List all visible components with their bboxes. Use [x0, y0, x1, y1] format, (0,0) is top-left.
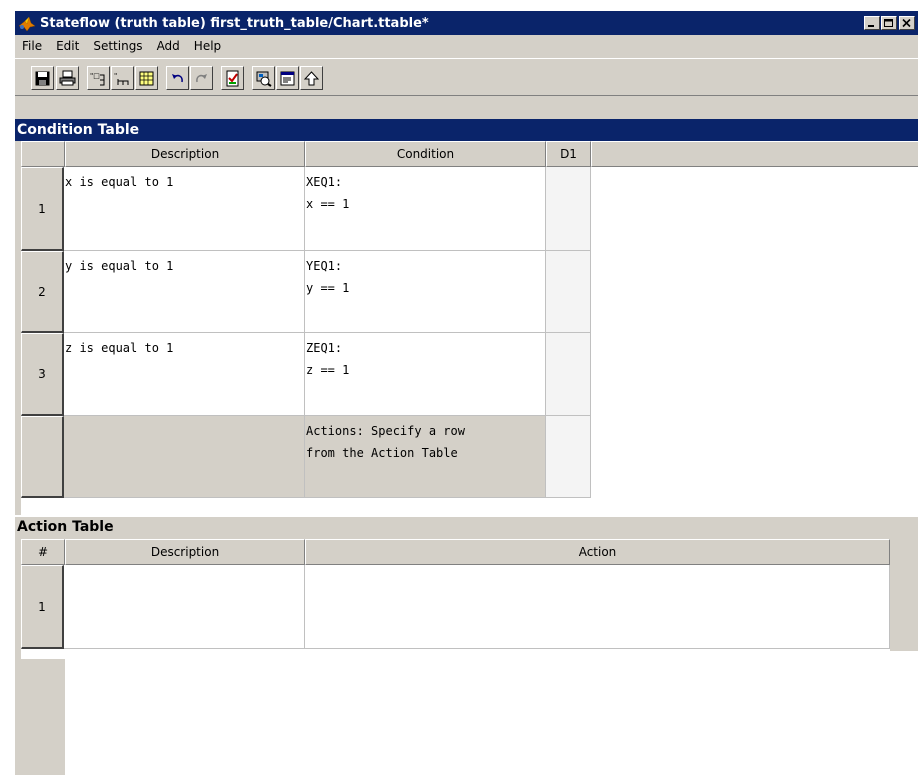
actions-row-label: Actions: Specify a row from the Action T… [305, 416, 546, 498]
action-description-cell[interactable] [64, 565, 305, 649]
svg-text:"□: "□ [90, 72, 100, 80]
condition-description-cell[interactable]: y is equal to 1 [64, 251, 305, 333]
menu-settings[interactable]: Settings [86, 39, 149, 53]
action-table: # Description Action 1 [21, 539, 890, 659]
model-explorer-icon[interactable] [252, 66, 275, 90]
row-header-2[interactable]: 2 [21, 251, 64, 333]
action-row-header-1[interactable]: 1 [21, 565, 64, 649]
window-title: Stateflow (truth table) first_truth_tabl… [40, 15, 429, 31]
menu-add[interactable]: Add [150, 39, 187, 53]
condition-expression-cell[interactable]: XEQ1: x == 1 [305, 167, 546, 251]
svg-text:": " [114, 72, 117, 80]
append-column-icon[interactable]: " [111, 66, 134, 90]
row-header-3[interactable]: 3 [21, 333, 64, 416]
print-icon[interactable] [56, 66, 79, 90]
save-icon[interactable] [31, 66, 54, 90]
title-bar[interactable]: Stateflow (truth table) first_truth_tabl… [15, 11, 918, 35]
menu-help[interactable]: Help [187, 39, 228, 53]
append-row-icon[interactable]: "□ [87, 66, 110, 90]
maximize-icon[interactable] [881, 16, 897, 30]
column-header-description[interactable]: Description [65, 539, 305, 565]
decision-d1-cell[interactable] [546, 251, 591, 333]
decision-d1-cell[interactable] [546, 167, 591, 251]
decision-d1-action-cell[interactable] [546, 416, 591, 498]
menu-bar: File Edit Settings Add Help [15, 35, 918, 57]
column-header-number[interactable]: # [21, 539, 65, 565]
condition-expression-cell[interactable]: ZEQ1: z == 1 [305, 333, 546, 416]
stateflow-app-icon [18, 16, 36, 32]
close-icon[interactable] [899, 16, 915, 30]
condition-table-corner [21, 141, 65, 167]
column-header-filler [591, 141, 918, 167]
menu-file[interactable]: File [15, 39, 49, 53]
minimize-icon[interactable] [864, 16, 880, 30]
action-table-empty-area [65, 651, 918, 775]
menu-edit[interactable]: Edit [49, 39, 86, 53]
edit-data-icon[interactable] [135, 66, 158, 90]
check-diagnostics-icon[interactable] [221, 66, 244, 90]
action-cell[interactable] [305, 565, 890, 649]
properties-icon[interactable] [276, 66, 299, 90]
condition-description-cell[interactable]: z is equal to 1 [64, 333, 305, 416]
column-header-d1[interactable]: D1 [546, 141, 591, 167]
up-to-parent-icon[interactable] [300, 66, 323, 90]
action-table-title: Action Table [15, 515, 918, 537]
condition-table-title: Condition Table [15, 119, 918, 141]
row-header-1[interactable]: 1 [21, 167, 64, 251]
row-header-actions[interactable] [21, 416, 64, 498]
condition-expression-cell[interactable]: YEQ1: y == 1 [305, 251, 546, 333]
toolbar: "□ " [15, 58, 918, 96]
action-table-header-filler [890, 539, 918, 565]
redo-icon[interactable] [190, 66, 213, 90]
undo-icon[interactable] [166, 66, 189, 90]
column-header-description[interactable]: Description [65, 141, 305, 167]
condition-description-cell[interactable]: x is equal to 1 [64, 167, 305, 251]
decision-d1-cell[interactable] [546, 333, 591, 416]
column-header-action[interactable]: Action [305, 539, 890, 565]
actions-row-description-cell [64, 416, 305, 498]
condition-table: Description Condition D1 1 x is equal to… [21, 141, 918, 515]
column-header-condition[interactable]: Condition [305, 141, 546, 167]
truth-table-editor-window: Stateflow (truth table) first_truth_tabl… [14, 10, 918, 775]
